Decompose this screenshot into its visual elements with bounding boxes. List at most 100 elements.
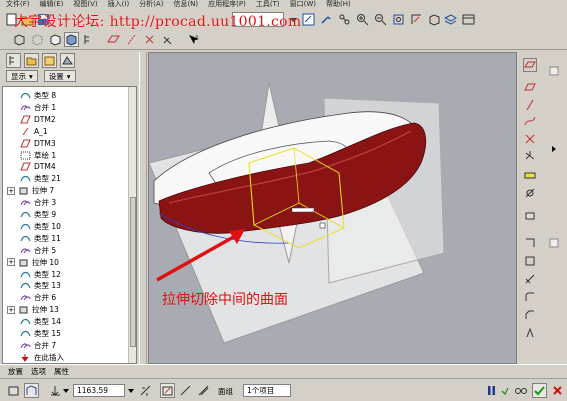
tree-item[interactable]: + 拉伸 7	[7, 185, 54, 196]
ok-checkmark-icon[interactable]	[532, 383, 547, 398]
folder-browser-tab-icon[interactable]	[24, 53, 39, 68]
tree-item[interactable]: A_1	[19, 126, 48, 137]
remove-material-icon[interactable]	[160, 383, 175, 398]
sketch-curve-tool-icon[interactable]	[523, 114, 537, 128]
chevron-down-icon[interactable]	[61, 383, 71, 398]
zoom-in-icon[interactable]	[355, 12, 370, 27]
view-manager-icon[interactable]	[461, 12, 476, 27]
cancel-x-icon[interactable]	[550, 383, 565, 398]
tree-item[interactable]: + 拉伸 10	[7, 257, 59, 268]
tree-item[interactable]: DTM3	[19, 138, 56, 149]
dashboard-tab[interactable]: 选项	[31, 366, 46, 377]
menu-item[interactable]: 分析(A)	[139, 0, 163, 9]
expand-icon[interactable]: +	[7, 186, 15, 195]
zoom-out-icon[interactable]	[373, 12, 388, 27]
menu-item[interactable]: 工具(T)	[256, 0, 280, 9]
expand-icon[interactable]: +	[7, 258, 15, 267]
coord-system-display-icon[interactable]	[160, 32, 175, 47]
tree-item[interactable]: 类型 15	[19, 328, 61, 339]
orient-mode-icon[interactable]	[337, 12, 352, 27]
tree-item[interactable]: 类型 12	[19, 269, 61, 280]
tree-item[interactable]: 类型 10	[19, 221, 61, 232]
preview-glasses-icon[interactable]	[513, 383, 528, 398]
menu-item[interactable]: 窗口(W)	[290, 0, 316, 9]
flip-side-icon[interactable]	[178, 383, 193, 398]
tree-item[interactable]: DTM2	[19, 114, 56, 125]
datum-axis-display-icon[interactable]	[124, 32, 139, 47]
saved-views-icon[interactable]	[427, 12, 442, 27]
blend-tool-icon[interactable]	[523, 272, 537, 286]
show-dropdown[interactable]: 显示 ▾	[6, 70, 38, 82]
tree-item[interactable]: 合并 5	[19, 245, 56, 256]
drag-handle-square[interactable]	[319, 222, 326, 229]
shading-icon[interactable]	[64, 32, 79, 47]
sketch-tool-icon[interactable]	[523, 186, 537, 200]
tree-item[interactable]: 类型 14	[19, 316, 61, 327]
context-help-icon[interactable]: ?	[186, 32, 201, 47]
tree-scrollbar[interactable]	[128, 87, 136, 363]
surface-group-collector[interactable]: 1个项目	[243, 384, 291, 397]
pause-icon[interactable]	[484, 383, 499, 398]
depth-drag-handle[interactable]	[291, 207, 315, 213]
tree-item[interactable]: 类型 21	[19, 173, 61, 184]
hidden-line-icon[interactable]	[30, 32, 45, 47]
layers-icon[interactable]	[443, 12, 458, 27]
menu-item[interactable]: 视图(V)	[73, 0, 97, 9]
dashboard-tab[interactable]: 属性	[54, 366, 69, 377]
datum-point-tool-icon[interactable]	[523, 132, 537, 146]
solid-extrude-icon[interactable]	[6, 383, 21, 398]
repaint-icon[interactable]	[301, 12, 316, 27]
reorient-icon[interactable]	[409, 12, 424, 27]
menu-item[interactable]: 编辑(E)	[40, 0, 64, 9]
datum-point-display-icon[interactable]	[142, 32, 157, 47]
tree-item[interactable]: 类型 8	[19, 90, 56, 101]
chamfer-tool-icon[interactable]	[523, 308, 537, 322]
tree-item[interactable]: 在此插入	[19, 352, 64, 363]
model-tree-toggle-icon[interactable]	[82, 32, 97, 47]
menu-item[interactable]: 插入(I)	[108, 0, 130, 9]
tree-item[interactable]: + 拉伸 13	[7, 304, 59, 315]
no-hidden-icon[interactable]	[48, 32, 63, 47]
model-tree-tab-icon[interactable]	[6, 53, 21, 68]
flip-direction-icon[interactable]	[138, 383, 153, 398]
spin-center-icon[interactable]	[319, 12, 334, 27]
favorites-tab-icon[interactable]	[42, 53, 57, 68]
extrude-tool-icon[interactable]	[523, 208, 537, 222]
menu-item[interactable]: 信息(N)	[173, 0, 198, 9]
sweep-tool-icon[interactable]	[523, 254, 537, 268]
tree-item[interactable]: 合并 7	[19, 340, 56, 351]
menu-item[interactable]: 帮助(H)	[326, 0, 351, 9]
menu-item[interactable]: 文件(F)	[6, 0, 30, 9]
panel-splitter[interactable]	[139, 52, 147, 364]
copy-tool-icon[interactable]	[547, 236, 561, 250]
connections-tab-icon[interactable]	[60, 53, 75, 68]
thicken-icon[interactable]	[196, 383, 211, 398]
analysis-tool-icon[interactable]	[523, 166, 537, 180]
tree-item[interactable]: 合并 3	[19, 197, 56, 208]
round-tool-icon[interactable]	[523, 290, 537, 304]
tree-item[interactable]: DTM4	[19, 161, 56, 172]
scrollbar-thumb[interactable]	[130, 197, 136, 347]
tree-item[interactable]: 草绘 1	[19, 150, 56, 161]
datum-plane-display-icon[interactable]	[106, 32, 121, 47]
expand-icon[interactable]: +	[7, 305, 15, 314]
side-tool-icon[interactable]	[547, 64, 561, 78]
menu-item[interactable]: 应用程序(P)	[208, 0, 246, 9]
tree-item[interactable]: 合并 1	[19, 102, 56, 113]
depth-input[interactable]: 1163.59	[73, 384, 125, 397]
surface-extrude-icon[interactable]	[24, 383, 39, 398]
settings-dropdown[interactable]: 设置 ▾	[43, 70, 76, 82]
datum-plane-tool-icon[interactable]	[523, 58, 537, 72]
refit-icon[interactable]	[391, 12, 406, 27]
datum-axis-tool-icon[interactable]	[523, 80, 537, 94]
tree-item[interactable]: 类型 9	[19, 209, 56, 220]
chevron-down-icon[interactable]	[126, 383, 136, 398]
tree-item[interactable]: 类型 13	[19, 280, 61, 291]
dashboard-tab[interactable]: 放置	[8, 366, 23, 377]
coord-sys-tool-icon[interactable]	[523, 148, 537, 162]
chevron-right-icon[interactable]	[547, 142, 561, 156]
graphics-window[interactable]	[148, 52, 517, 364]
revolve-tool-icon[interactable]	[523, 236, 537, 250]
tree-item[interactable]: 合并 6	[19, 292, 56, 303]
datum-curve-tool-icon[interactable]	[523, 98, 537, 112]
